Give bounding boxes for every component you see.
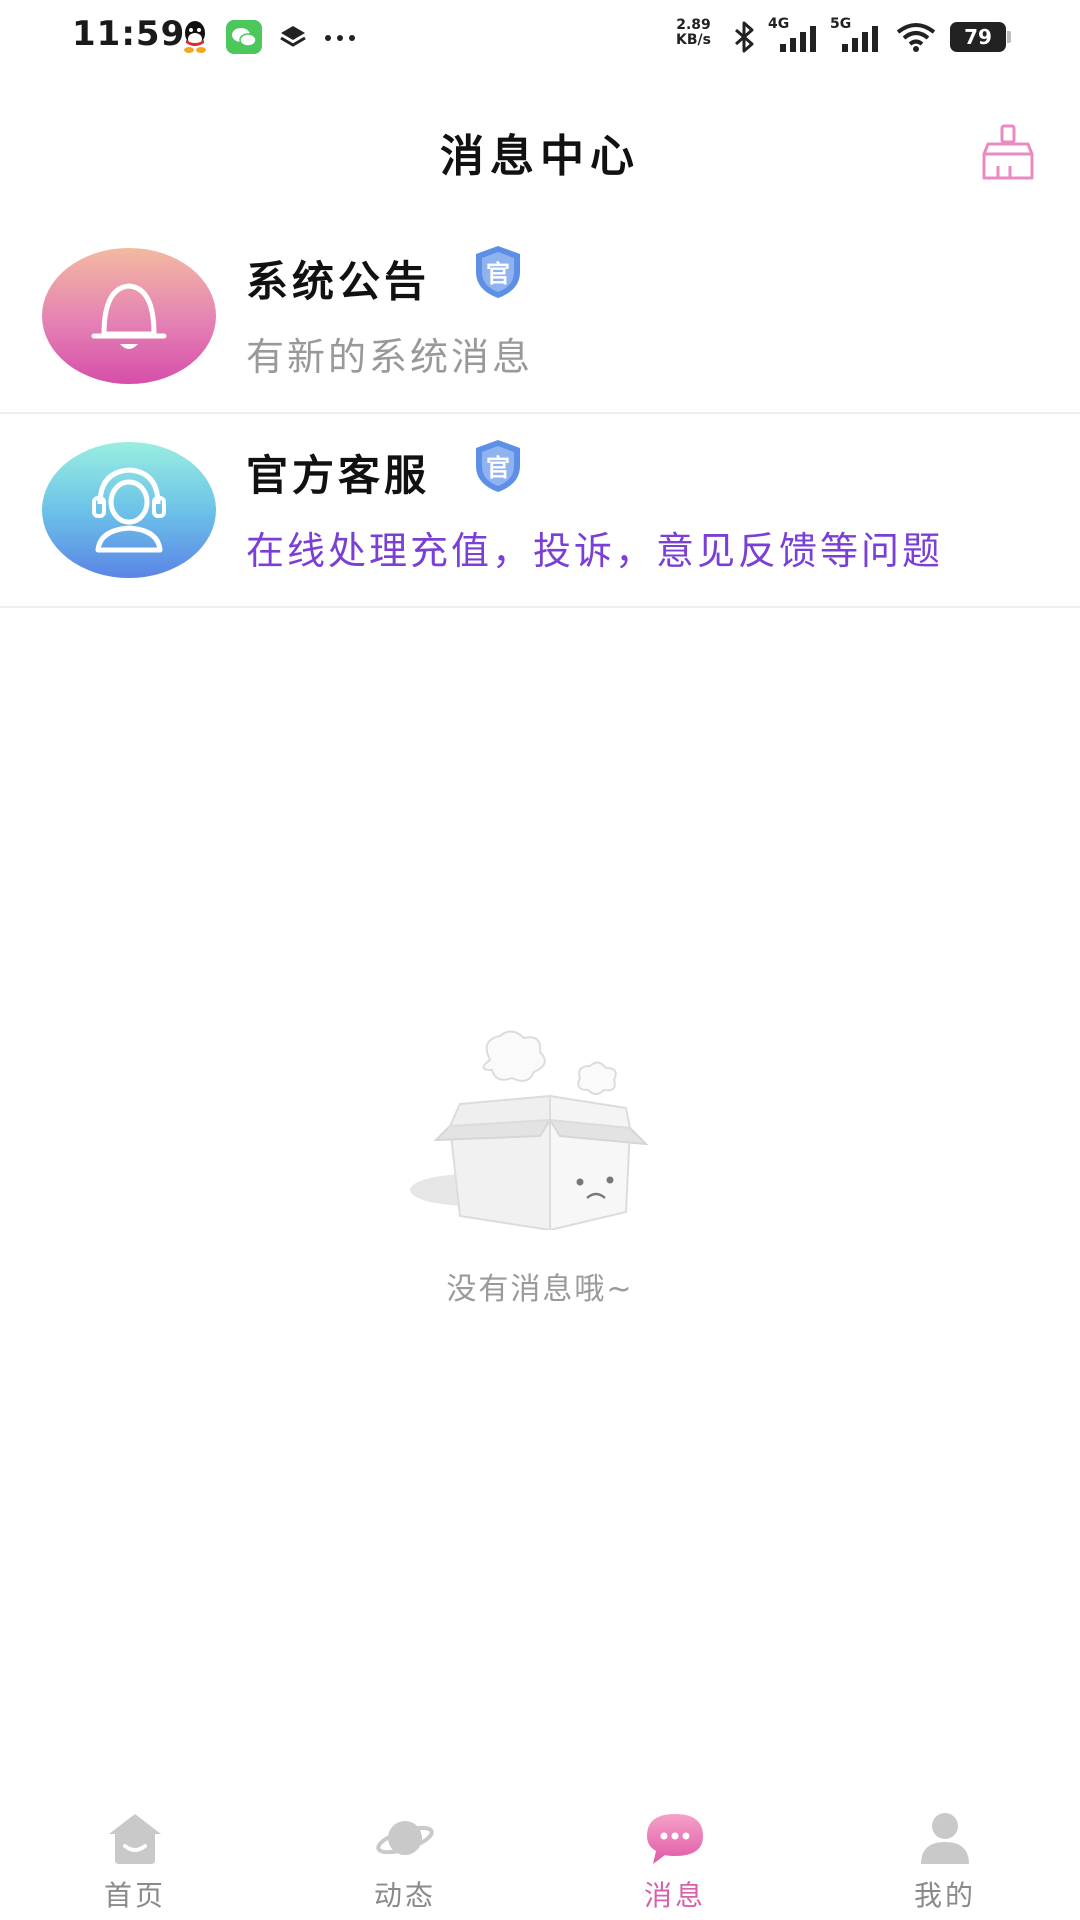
bottom-navigation: 首页 动态 消息 我的 bbox=[0, 1810, 1080, 1920]
status-bar: 11:59 2.89 KB/s 4G 5G 79 bbox=[0, 0, 1080, 80]
status-time: 11:59 bbox=[72, 14, 186, 54]
empty-box-illustration bbox=[410, 1030, 649, 1230]
nav-item-moments[interactable]: 动态 bbox=[270, 1810, 540, 1920]
clear-messages-button[interactable] bbox=[976, 122, 1040, 186]
battery-indicator: 79 bbox=[950, 22, 1006, 52]
nav-label-moments: 动态 bbox=[373, 1879, 436, 1912]
bell-icon bbox=[91, 283, 167, 349]
chat-bubble-icon bbox=[647, 1814, 703, 1864]
empty-state-text: 没有消息哦~ bbox=[446, 1272, 634, 1307]
bluetooth-icon bbox=[735, 21, 754, 53]
layers-icon bbox=[280, 26, 306, 47]
message-row-system-announcement[interactable]: 系统公告 官 有新的系统消息 bbox=[0, 220, 1080, 414]
official-badge: 官 bbox=[470, 244, 526, 300]
official-badge-label: 官 bbox=[486, 454, 510, 482]
qq-icon bbox=[184, 21, 206, 53]
nav-label-messages: 消息 bbox=[643, 1879, 706, 1912]
nav-label-mine: 我的 bbox=[913, 1879, 976, 1912]
wifi-icon bbox=[896, 23, 936, 52]
home-icon bbox=[109, 1814, 161, 1864]
system-announcement-title: 系统公告 bbox=[246, 257, 431, 306]
planet-icon bbox=[376, 1821, 434, 1855]
customer-service-avatar bbox=[42, 442, 216, 578]
wechat-icon bbox=[226, 20, 262, 54]
nav-label-home: 首页 bbox=[103, 1879, 166, 1912]
customer-service-title: 官方客服 bbox=[246, 451, 431, 500]
network-speed-unit: KB/s bbox=[676, 32, 711, 48]
network-speed: 2.89 KB/s bbox=[676, 18, 711, 48]
person-icon bbox=[921, 1813, 969, 1864]
message-row-customer-service[interactable]: 官方客服 官 在线处理充值，投诉，意见反馈等问题 bbox=[0, 414, 1080, 608]
nav-item-home[interactable]: 首页 bbox=[0, 1810, 270, 1920]
system-announcement-avatar bbox=[42, 248, 216, 384]
signal-4g-icon bbox=[780, 26, 816, 52]
official-badge: 官 bbox=[470, 438, 526, 494]
network-speed-value: 2.89 bbox=[676, 17, 711, 33]
page-title: 消息中心 bbox=[440, 131, 640, 182]
nav-item-messages[interactable]: 消息 bbox=[540, 1810, 810, 1920]
official-badge-label: 官 bbox=[486, 260, 510, 288]
customer-service-subtitle: 在线处理充值，投诉，意见反馈等问题 bbox=[246, 529, 944, 573]
more-dots-icon bbox=[325, 35, 355, 41]
customer-service-icon bbox=[92, 467, 166, 553]
system-announcement-subtitle: 有新的系统消息 bbox=[246, 335, 534, 379]
battery-tip bbox=[1007, 31, 1011, 43]
signal-5g-icon bbox=[842, 26, 878, 52]
battery-level: 79 bbox=[964, 25, 992, 49]
broom-icon bbox=[982, 124, 1034, 180]
nav-item-mine[interactable]: 我的 bbox=[810, 1810, 1080, 1920]
